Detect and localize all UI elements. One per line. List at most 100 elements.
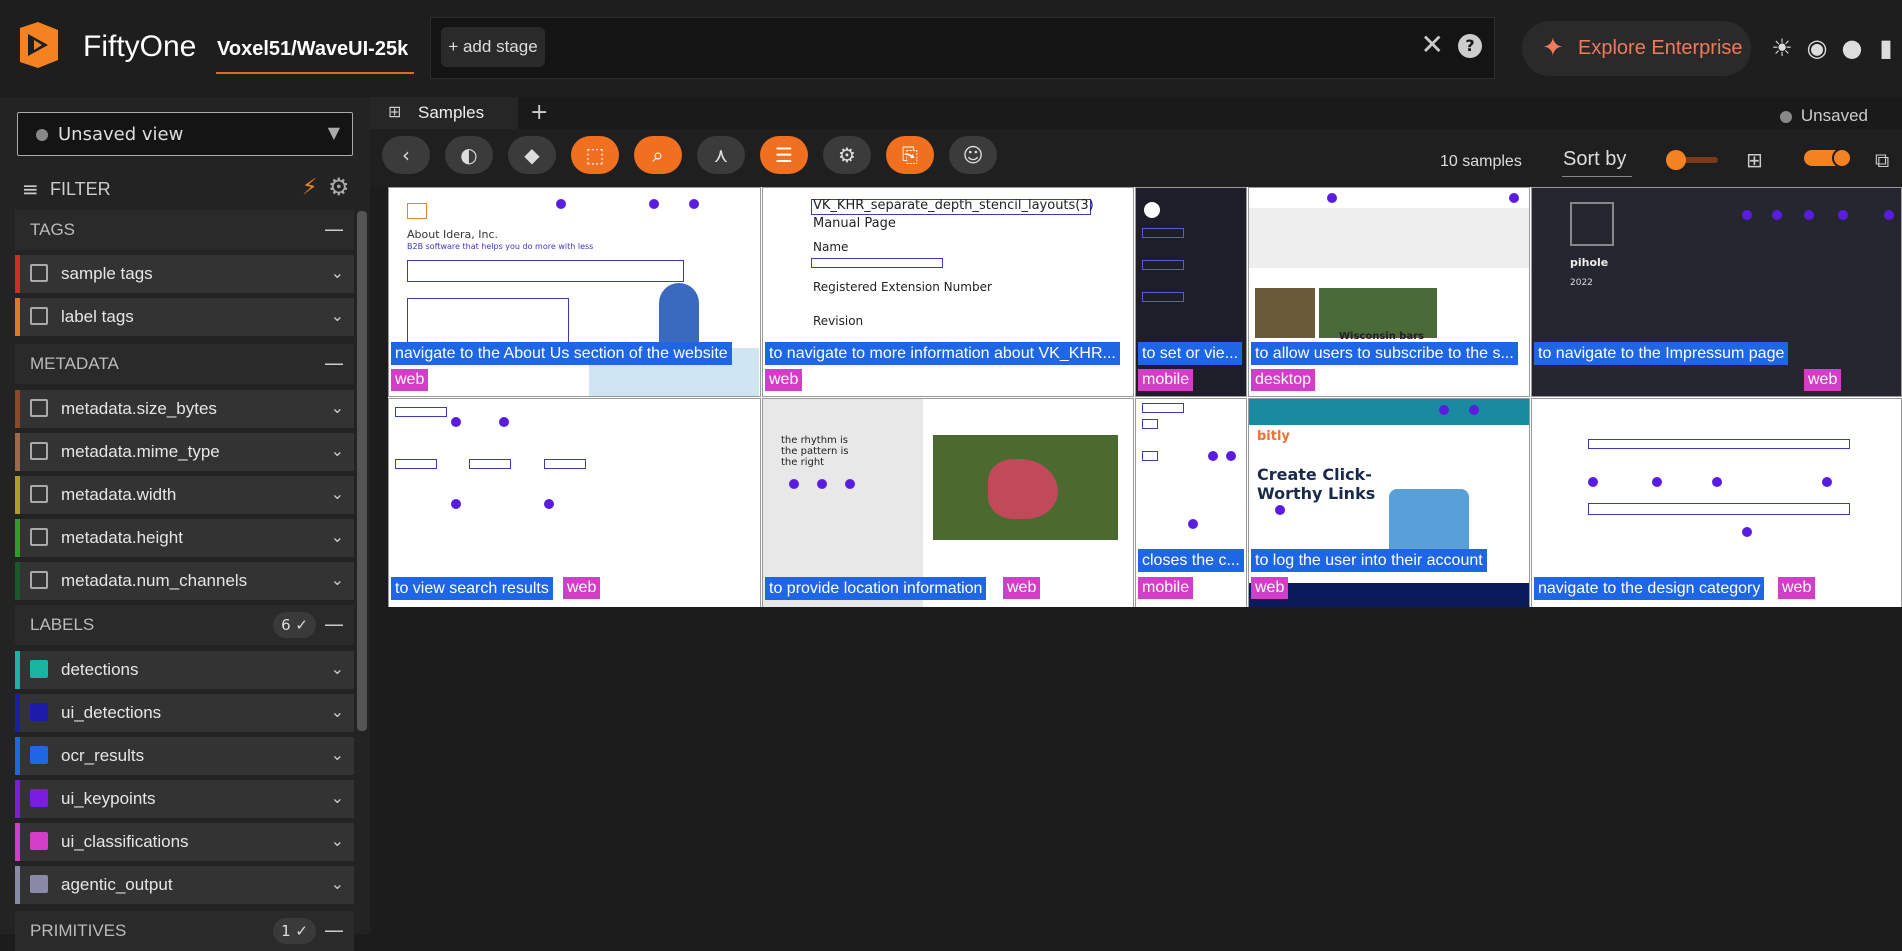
add-tab-icon[interactable]: + — [530, 100, 548, 125]
section-tags[interactable]: TAGS — — [15, 210, 354, 250]
close-icon[interactable]: ✕ — [1421, 28, 1444, 61]
checkbox[interactable] — [30, 571, 48, 589]
github-icon[interactable]: ● — [1838, 34, 1866, 62]
sample-card[interactable]: closes the c... mobile — [1135, 398, 1247, 608]
sidebar-item-detections[interactable]: detections ⌄ — [15, 651, 354, 689]
sample-card[interactable]: to view search results web — [388, 398, 761, 608]
sample-caption: closes the c... — [1138, 549, 1244, 572]
sidebar-item-ui-keypoints[interactable]: ui_keypoints ⌄ — [15, 780, 354, 818]
thumb-banner — [1249, 208, 1529, 268]
sample-card[interactable]: navigate to the design category web — [1531, 398, 1902, 608]
checkbox[interactable] — [30, 307, 48, 325]
labels-count-badge[interactable]: 6 ✓ — [273, 612, 316, 638]
fullscreen-icon[interactable]: ⧉ — [1875, 148, 1889, 172]
help-icon[interactable]: ? — [1458, 34, 1482, 58]
sidebar-item-sample-tags[interactable]: sample tags ⌄ — [15, 255, 354, 293]
color-bar — [15, 866, 20, 904]
settings-icon[interactable]: ⚙ — [823, 136, 871, 174]
sample-card[interactable]: About Idera, Inc. B2B software that help… — [388, 187, 761, 397]
collapse-icon[interactable]: — — [324, 351, 344, 375]
checkbox-checked[interactable] — [30, 660, 48, 678]
gear-icon[interactable]: ⚙ — [328, 173, 350, 201]
palette-icon[interactable]: ◐ — [445, 136, 493, 174]
dataset-selector[interactable]: Voxel51/WaveUI-25k — [217, 38, 408, 61]
section-primitives[interactable]: PRIMITIVES 1 ✓ — — [15, 911, 354, 951]
section-labels[interactable]: LABELS 6 ✓ — — [15, 605, 354, 645]
checkbox[interactable] — [30, 264, 48, 282]
detection-box — [1588, 439, 1850, 449]
view-bar[interactable]: + add stage ✕ ? — [430, 17, 1495, 79]
add-stage-button[interactable]: + add stage — [441, 27, 545, 67]
select-box-icon[interactable]: ⬚ — [571, 136, 619, 174]
checkbox[interactable] — [30, 528, 48, 546]
detection-box — [1142, 451, 1158, 461]
list-icon[interactable]: ☰ — [760, 136, 808, 174]
zoom-slider-knob[interactable] — [1666, 150, 1686, 170]
sidebar-item-agentic-output[interactable]: agentic_output ⌄ — [15, 866, 354, 904]
chevron-down-icon[interactable]: ⌄ — [331, 659, 344, 678]
chevron-down-icon[interactable]: ⌄ — [331, 527, 344, 546]
sidebar-item-width[interactable]: metadata.width ⌄ — [15, 476, 354, 514]
keypoint — [451, 417, 461, 427]
sample-card[interactable]: VK_KHR_separate_depth_stencil_layouts(3)… — [762, 187, 1134, 397]
fiftyone-logo-icon[interactable] — [14, 20, 64, 70]
chevron-down-icon[interactable]: ⌄ — [331, 831, 344, 850]
sample-card[interactable]: to set or vie... mobile — [1135, 187, 1247, 397]
collapse-icon[interactable]: — — [324, 918, 344, 942]
explore-enterprise-button[interactable]: ✦ Explore Enterprise — [1522, 21, 1751, 76]
sidebar-item-ui-detections[interactable]: ui_detections ⌄ — [15, 694, 354, 732]
checkbox-checked[interactable] — [30, 789, 48, 807]
sidebar-item-label-tags[interactable]: label tags ⌄ — [15, 298, 354, 336]
checkbox-checked[interactable] — [30, 832, 48, 850]
chevron-down-icon[interactable]: ⌄ — [331, 484, 344, 503]
chevron-down-icon[interactable]: ⌄ — [331, 441, 344, 460]
tab-samples[interactable]: ⊞ Samples — [370, 97, 518, 129]
sample-card[interactable]: bitly Create Click-Worthy Links to log t… — [1248, 398, 1530, 608]
chevron-down-icon[interactable]: ⌄ — [331, 745, 344, 764]
sidebar-item-size-bytes[interactable]: metadata.size_bytes ⌄ — [15, 390, 354, 428]
chevron-down-icon[interactable]: ⌄ — [331, 263, 344, 282]
checkbox[interactable] — [30, 399, 48, 417]
view-selector[interactable]: Unsaved view ▼ — [17, 112, 353, 156]
chevron-down-icon[interactable]: ⌄ — [331, 398, 344, 417]
emoji-icon[interactable]: ☺ — [949, 136, 997, 174]
sidebar-item-height[interactable]: metadata.height ⌄ — [15, 519, 354, 557]
merge-icon[interactable]: ⋏ — [697, 136, 745, 174]
checkbox-checked[interactable] — [30, 703, 48, 721]
discord-icon[interactable]: ◉ — [1803, 34, 1831, 62]
back-icon[interactable]: ‹ — [382, 136, 430, 174]
grid-layout-icon[interactable]: ⊞ — [1746, 148, 1763, 172]
primitives-count-badge[interactable]: 1 ✓ — [273, 918, 316, 944]
section-metadata[interactable]: METADATA — — [15, 344, 354, 384]
toggle-switch[interactable] — [1804, 148, 1852, 168]
lightning-icon[interactable]: ⚡ — [302, 175, 317, 200]
book-icon[interactable]: ▮ — [1872, 34, 1900, 62]
sample-card[interactable]: the rhythm is the pattern is the right t… — [762, 398, 1134, 608]
checkbox[interactable] — [30, 442, 48, 460]
search-icon[interactable]: ⌕ — [634, 136, 682, 174]
tag-icon[interactable]: ◆ — [508, 136, 556, 174]
checkbox-checked[interactable] — [30, 875, 48, 893]
sidebar-item-num-channels[interactable]: metadata.num_channels ⌄ — [15, 562, 354, 600]
sort-by-button[interactable]: Sort by — [1563, 148, 1626, 171]
sun-icon[interactable]: ☀ — [1768, 34, 1796, 62]
detection-box — [395, 407, 447, 417]
sample-card[interactable]: pihole 2022 to navigate to the Impressum… — [1531, 187, 1902, 397]
checkbox-checked[interactable] — [30, 746, 48, 764]
collapse-icon[interactable]: — — [324, 612, 344, 636]
checkbox[interactable] — [30, 485, 48, 503]
filter-label: FILTER — [50, 179, 111, 199]
collapse-icon[interactable]: — — [324, 217, 344, 241]
panel-search-icon[interactable]: ⎘ — [886, 136, 934, 174]
sidebar-item-ui-classifications[interactable]: ui_classifications ⌄ — [15, 823, 354, 861]
chevron-down-icon[interactable]: ⌄ — [331, 570, 344, 589]
sample-card[interactable]: Wisconsin bars reopen after lockdown lif… — [1248, 187, 1530, 397]
sidebar-item-ocr-results[interactable]: ocr_results ⌄ — [15, 737, 354, 775]
chevron-down-icon[interactable]: ⌄ — [331, 702, 344, 721]
sample-tag: web — [1804, 369, 1842, 391]
sidebar-scrollbar[interactable] — [357, 211, 367, 731]
chevron-down-icon[interactable]: ⌄ — [331, 306, 344, 325]
sidebar-item-mime-type[interactable]: metadata.mime_type ⌄ — [15, 433, 354, 471]
chevron-down-icon[interactable]: ⌄ — [331, 874, 344, 893]
chevron-down-icon[interactable]: ⌄ — [331, 788, 344, 807]
